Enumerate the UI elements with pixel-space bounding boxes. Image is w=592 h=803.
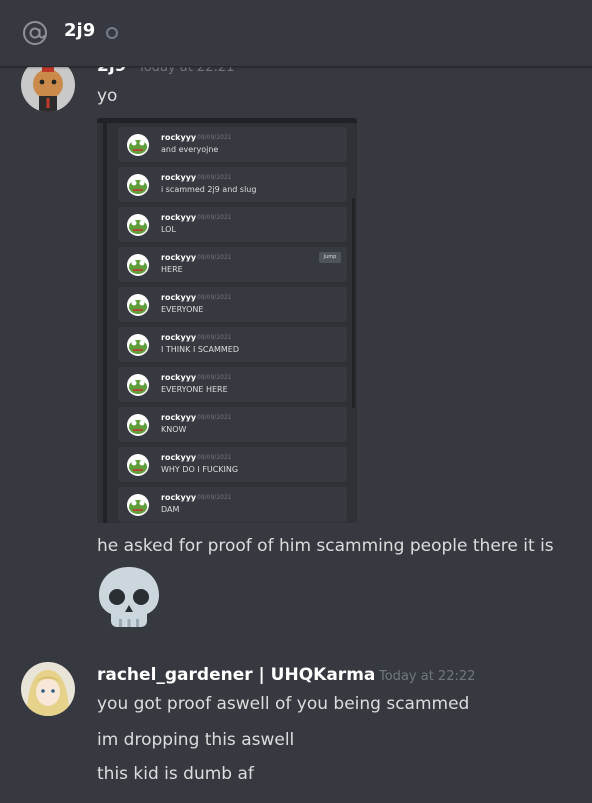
embedded-text: DAM bbox=[161, 505, 180, 514]
offline-status-icon bbox=[106, 27, 118, 39]
avatar[interactable] bbox=[21, 662, 75, 716]
embedded-author: rockyyy bbox=[161, 173, 197, 182]
embedded-message-card: rockyyy 09/09/2021 HERE Jump bbox=[118, 247, 347, 282]
embedded-date: 09/09/2021 bbox=[197, 174, 232, 181]
message-text: he asked for proof of him scamming peopl… bbox=[97, 536, 554, 556]
skull-emoji-icon bbox=[99, 567, 159, 627]
frog-avatar-icon bbox=[127, 454, 149, 476]
embedded-author: rockyyy bbox=[161, 413, 197, 422]
frog-avatar-icon bbox=[127, 134, 149, 156]
image-attachment[interactable]: rockyyy 09/09/2021 and everyojne rockyyy… bbox=[97, 118, 357, 523]
embedded-author: rockyyy bbox=[161, 293, 197, 302]
embedded-date: 09/09/2021 bbox=[197, 494, 232, 501]
embedded-date: 09/09/2021 bbox=[197, 214, 232, 221]
at-icon bbox=[23, 21, 47, 45]
embedded-author: rockyyy bbox=[161, 493, 197, 502]
embedded-message-card: rockyyy 09/09/2021 WHY DO I FUCKING bbox=[118, 447, 347, 482]
embed-left-bar bbox=[103, 123, 107, 523]
message-text: im dropping this aswell bbox=[97, 730, 295, 750]
embedded-message-card: rockyyy 09/09/2021 and everyojne bbox=[118, 127, 347, 162]
jump-button: Jump bbox=[319, 252, 341, 263]
frog-avatar-icon bbox=[127, 494, 149, 516]
embedded-date: 09/09/2021 bbox=[197, 254, 232, 261]
embedded-text: LOL bbox=[161, 225, 176, 234]
embedded-author: rockyyy bbox=[161, 333, 197, 342]
embedded-date: 09/09/2021 bbox=[197, 334, 232, 341]
embedded-message-card: rockyyy 09/09/2021 i scammed 2j9 and slu… bbox=[118, 167, 347, 202]
frog-avatar-icon bbox=[127, 334, 149, 356]
embedded-date: 09/09/2021 bbox=[197, 134, 232, 141]
embedded-date: 09/09/2021 bbox=[197, 454, 232, 461]
embedded-text: and everyojne bbox=[161, 145, 219, 154]
embedded-author: rockyyy bbox=[161, 133, 197, 142]
embedded-date: 09/09/2021 bbox=[197, 414, 232, 421]
embedded-message-card: rockyyy 09/09/2021 DAM bbox=[118, 487, 347, 522]
embedded-author: rockyyy bbox=[161, 373, 197, 382]
embedded-message-card: rockyyy 09/09/2021 I THINK I SCAMMED bbox=[118, 327, 347, 362]
embed-scrollbar bbox=[352, 198, 355, 408]
embedded-message-card: rockyyy 09/09/2021 LOL bbox=[118, 207, 347, 242]
embedded-text: KNOW bbox=[161, 425, 187, 434]
message-text: yo bbox=[97, 86, 118, 106]
embedded-text: HERE bbox=[161, 265, 183, 274]
channel-header: 2j9 bbox=[0, 0, 592, 67]
frog-avatar-icon bbox=[127, 254, 149, 276]
embedded-date: 09/09/2021 bbox=[197, 294, 232, 301]
embed-top-bar bbox=[97, 118, 357, 123]
message-text: you got proof aswell of you being scamme… bbox=[97, 694, 470, 714]
embedded-author: rockyyy bbox=[161, 453, 197, 462]
embedded-date: 09/09/2021 bbox=[197, 374, 232, 381]
embedded-message-card: rockyyy 09/09/2021 KNOW bbox=[118, 407, 347, 442]
embedded-text: I THINK I SCAMMED bbox=[161, 345, 239, 354]
embedded-author: rockyyy bbox=[161, 213, 197, 222]
dm-recipient-name[interactable]: 2j9 bbox=[64, 20, 95, 41]
embedded-message-card: rockyyy 09/09/2021 EVERYONE bbox=[118, 287, 347, 322]
message-author[interactable]: rachel_gardener | UHQKarma bbox=[97, 665, 375, 685]
embedded-text: i scammed 2j9 and slug bbox=[161, 185, 257, 194]
embedded-text: EVERYONE bbox=[161, 305, 204, 314]
embedded-author: rockyyy bbox=[161, 253, 197, 262]
message-timestamp: Today at 22:22 bbox=[379, 669, 476, 684]
frog-avatar-icon bbox=[127, 214, 149, 236]
frog-avatar-icon bbox=[127, 294, 149, 316]
frog-avatar-icon bbox=[127, 414, 149, 436]
frog-avatar-icon bbox=[127, 374, 149, 396]
embedded-text: WHY DO I FUCKING bbox=[161, 465, 239, 474]
embedded-message-card: rockyyy 09/09/2021 EVERYONE HERE bbox=[118, 367, 347, 402]
embedded-text: EVERYONE HERE bbox=[161, 385, 228, 394]
frog-avatar-icon bbox=[127, 174, 149, 196]
message-text: this kid is dumb af bbox=[97, 764, 254, 784]
